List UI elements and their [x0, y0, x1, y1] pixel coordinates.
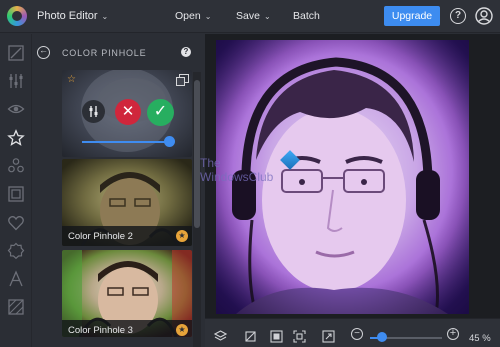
- cancel-effect-button[interactable]: ✕: [115, 99, 141, 125]
- thumbnail-label: Color Pinhole 2: [68, 231, 133, 242]
- zoom-in-button[interactable]: +: [447, 328, 459, 340]
- effect-strength-thumb[interactable]: [164, 136, 175, 147]
- user-icon[interactable]: [475, 7, 493, 25]
- back-arrow-icon[interactable]: [37, 45, 50, 59]
- layers-icon[interactable]: [213, 330, 228, 343]
- panel-help-icon[interactable]: ?: [181, 47, 191, 57]
- save-menu[interactable]: Save ⌄: [236, 10, 271, 22]
- effect-thumbnail[interactable]: Color Pinhole 2 ★: [62, 159, 192, 246]
- zoom-slider-thumb[interactable]: [377, 332, 387, 342]
- premium-star-icon: ★: [176, 230, 188, 242]
- apply-effect-button[interactable]: ✓: [147, 99, 174, 126]
- app-window: Photo Editor ⌄ Open ⌄ Save ⌄ Batch Upgrade …: [0, 0, 500, 347]
- effect-settings-button[interactable]: [82, 100, 105, 123]
- thumbnail-caption: Color Pinhole 3 ★: [62, 320, 192, 337]
- watermark: The WindowsClub: [200, 156, 310, 184]
- star-icon[interactable]: [7, 129, 25, 147]
- effect-strength-slider[interactable]: [82, 141, 172, 143]
- open-label: Open: [175, 10, 201, 22]
- panel-title: COLOR PINHOLE: [62, 48, 147, 58]
- compare-icon[interactable]: [270, 330, 283, 343]
- watermark-line-1: The: [200, 156, 221, 170]
- crop-icon[interactable]: [244, 330, 257, 343]
- panel-header: COLOR PINHOLE ?: [33, 34, 204, 70]
- texture-icon[interactable]: [7, 298, 25, 316]
- sliders-icon[interactable]: [7, 72, 25, 90]
- zoom-out-button[interactable]: −: [351, 328, 363, 340]
- panel-scrollbar-thumb[interactable]: [194, 80, 200, 228]
- duplicate-icon[interactable]: [176, 74, 189, 86]
- effect-thumbnail[interactable]: Color Pinhole 3 ★: [62, 250, 192, 337]
- app-logo-icon[interactable]: [7, 6, 27, 26]
- chevron-down-icon: ⌄: [101, 12, 109, 21]
- expand-icon[interactable]: [322, 330, 335, 343]
- help-icon[interactable]: ?: [450, 8, 466, 24]
- eye-icon[interactable]: [7, 100, 25, 118]
- open-menu[interactable]: Open ⌄: [175, 10, 211, 22]
- premium-star-icon: ★: [176, 324, 188, 336]
- heart-icon[interactable]: [7, 214, 25, 232]
- product-title: Photo Editor: [37, 10, 98, 22]
- favorite-star-icon[interactable]: ☆: [67, 74, 76, 85]
- save-label: Save: [236, 10, 260, 22]
- fit-screen-icon[interactable]: [293, 330, 306, 343]
- thumbnail-label: Color Pinhole 3: [68, 325, 133, 336]
- sliders-icon: [89, 106, 98, 117]
- adjust-icon[interactable]: [7, 44, 25, 62]
- chevron-down-icon: ⌄: [263, 12, 271, 21]
- batch-button[interactable]: Batch: [293, 10, 320, 22]
- badge-icon[interactable]: [7, 242, 25, 260]
- product-menu[interactable]: Photo Editor ⌄: [37, 10, 108, 22]
- shapes-icon[interactable]: [7, 157, 25, 175]
- thumbnail-caption: Color Pinhole 2 ★: [62, 226, 192, 246]
- zoom-level-label: 45 %: [469, 333, 491, 344]
- top-bar: Photo Editor ⌄ Open ⌄ Save ⌄ Batch Upgrade …: [0, 0, 500, 33]
- frame-icon[interactable]: [7, 185, 25, 203]
- watermark-line-2: WindowsClub: [200, 170, 274, 184]
- tool-strip: [0, 34, 32, 347]
- chevron-down-icon: ⌄: [204, 12, 212, 21]
- text-icon[interactable]: [7, 270, 25, 288]
- upgrade-button[interactable]: Upgrade: [384, 6, 440, 26]
